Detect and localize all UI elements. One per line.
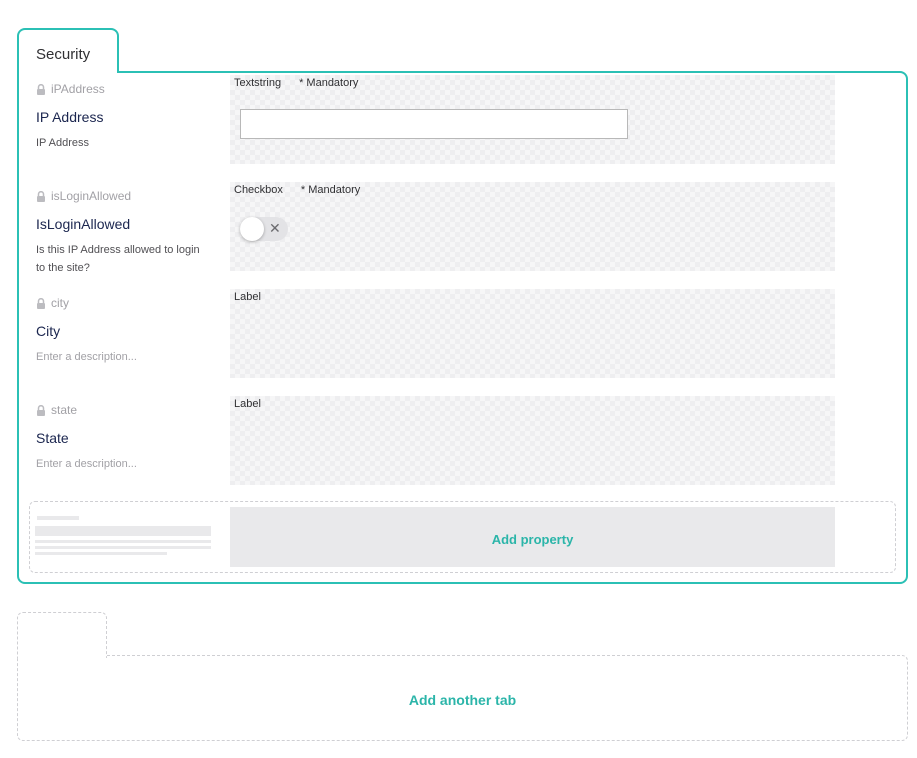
tab-join-cover	[18, 654, 106, 657]
editor-type-label: Label	[234, 398, 261, 410]
lock-icon	[37, 190, 45, 202]
property-name[interactable]: IP Address	[36, 109, 103, 125]
property-description[interactable]: Enter a description...	[36, 455, 206, 473]
add-another-tab-button[interactable]: Add another tab	[17, 660, 908, 740]
property-editor-preview[interactable]: Checkbox * Mandatory ✕	[230, 182, 835, 271]
lock-icon	[37, 297, 45, 309]
skeleton-line	[35, 540, 211, 543]
property-alias-text: isLoginAllowed	[51, 189, 132, 203]
editor-type-label: Textstring	[234, 77, 282, 89]
property-description[interactable]: Enter a description...	[36, 348, 206, 366]
lock-icon	[37, 83, 45, 95]
property-alias[interactable]: state	[36, 403, 77, 417]
property-alias[interactable]: isLoginAllowed	[36, 189, 131, 203]
property-alias-text: iPAddress	[51, 82, 105, 96]
close-icon: ✕	[269, 220, 281, 236]
property-name[interactable]: State	[36, 430, 69, 446]
property-editor-preview[interactable]: Textstring * Mandatory	[230, 75, 835, 164]
property-alias[interactable]: city	[36, 296, 69, 310]
mandatory-label: * Mandatory	[299, 77, 359, 89]
skeleton-line	[35, 546, 211, 549]
editor-type-label: Checkbox	[234, 184, 283, 196]
tab-security[interactable]: Security	[17, 28, 119, 73]
toggle-knob	[240, 217, 264, 241]
skeleton-line	[35, 552, 167, 555]
property-editor-preview[interactable]: Label	[230, 289, 835, 378]
property-name[interactable]: IsLoginAllowed	[36, 216, 130, 232]
skeleton-line	[35, 526, 211, 536]
checkbox-preview-toggle: ✕	[240, 217, 288, 241]
property-alias-text: state	[51, 403, 78, 417]
lock-icon	[37, 404, 45, 416]
editor-type-label: Label	[234, 291, 261, 303]
property-alias-text: city	[51, 296, 69, 310]
property-description[interactable]: IP Address	[36, 134, 206, 152]
property-alias[interactable]: iPAddress	[36, 82, 105, 96]
add-tab-placeholder	[17, 612, 107, 658]
property-name[interactable]: City	[36, 323, 60, 339]
add-property-button[interactable]: Add property	[230, 507, 835, 567]
mandatory-label: * Mandatory	[300, 184, 361, 196]
textstring-preview-input	[240, 109, 628, 139]
tab-label: Security	[36, 46, 91, 63]
property-editor-preview[interactable]: Label	[230, 396, 835, 485]
property-description[interactable]: Is this IP Address allowed to login to t…	[36, 241, 206, 277]
skeleton-line	[37, 516, 79, 520]
